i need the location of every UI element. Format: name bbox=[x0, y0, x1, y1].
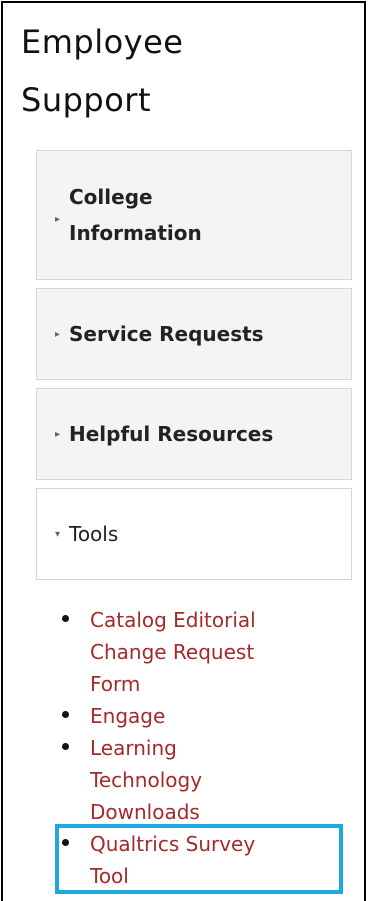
list-item: Catalog Editorial Change Request Form bbox=[60, 604, 350, 700]
label-line-2: Information bbox=[69, 221, 202, 245]
bullet-icon bbox=[62, 711, 69, 718]
title-line-1: Employee bbox=[21, 23, 184, 61]
highlight-box bbox=[55, 824, 343, 894]
link-line: Downloads bbox=[90, 800, 200, 824]
link-line: Engage bbox=[90, 704, 166, 728]
link-line: Change Request bbox=[90, 640, 255, 664]
caret-down-icon: ▾ bbox=[55, 528, 61, 540]
link-learning-technology-downloads[interactable]: Learning Technology Downloads bbox=[90, 732, 350, 828]
accordion-label: Helpful Resources bbox=[69, 422, 274, 446]
title-line-2: Support bbox=[21, 81, 151, 119]
list-item: Engage bbox=[60, 700, 350, 732]
accordion-label: Tools bbox=[69, 522, 119, 546]
link-line: Learning bbox=[90, 736, 177, 760]
accordion-label: College Information bbox=[69, 179, 202, 251]
caret-right-icon: ▸ bbox=[55, 328, 61, 340]
caret-right-icon: ▸ bbox=[55, 428, 61, 440]
accordion-helpful-resources[interactable]: ▸ Helpful Resources bbox=[36, 388, 352, 480]
page-title: Employee Support bbox=[21, 13, 341, 129]
link-line: Technology bbox=[90, 768, 203, 792]
link-catalog-editorial-change-request-form[interactable]: Catalog Editorial Change Request Form bbox=[90, 604, 350, 700]
caret-right-icon: ▸ bbox=[55, 213, 61, 225]
accordion-college-information[interactable]: ▸ College Information bbox=[36, 150, 352, 280]
link-line: Catalog Editorial bbox=[90, 608, 256, 632]
link-engage[interactable]: Engage bbox=[90, 700, 350, 732]
bullet-icon bbox=[62, 743, 69, 750]
link-line: Form bbox=[90, 672, 141, 696]
list-item: Learning Technology Downloads bbox=[60, 732, 350, 828]
accordion-tools[interactable]: ▾ Tools bbox=[36, 488, 352, 580]
bullet-icon bbox=[62, 615, 69, 622]
accordion-service-requests[interactable]: ▸ Service Requests bbox=[36, 288, 352, 380]
accordion-label: Service Requests bbox=[69, 322, 264, 346]
label-line-1: College bbox=[69, 185, 153, 209]
